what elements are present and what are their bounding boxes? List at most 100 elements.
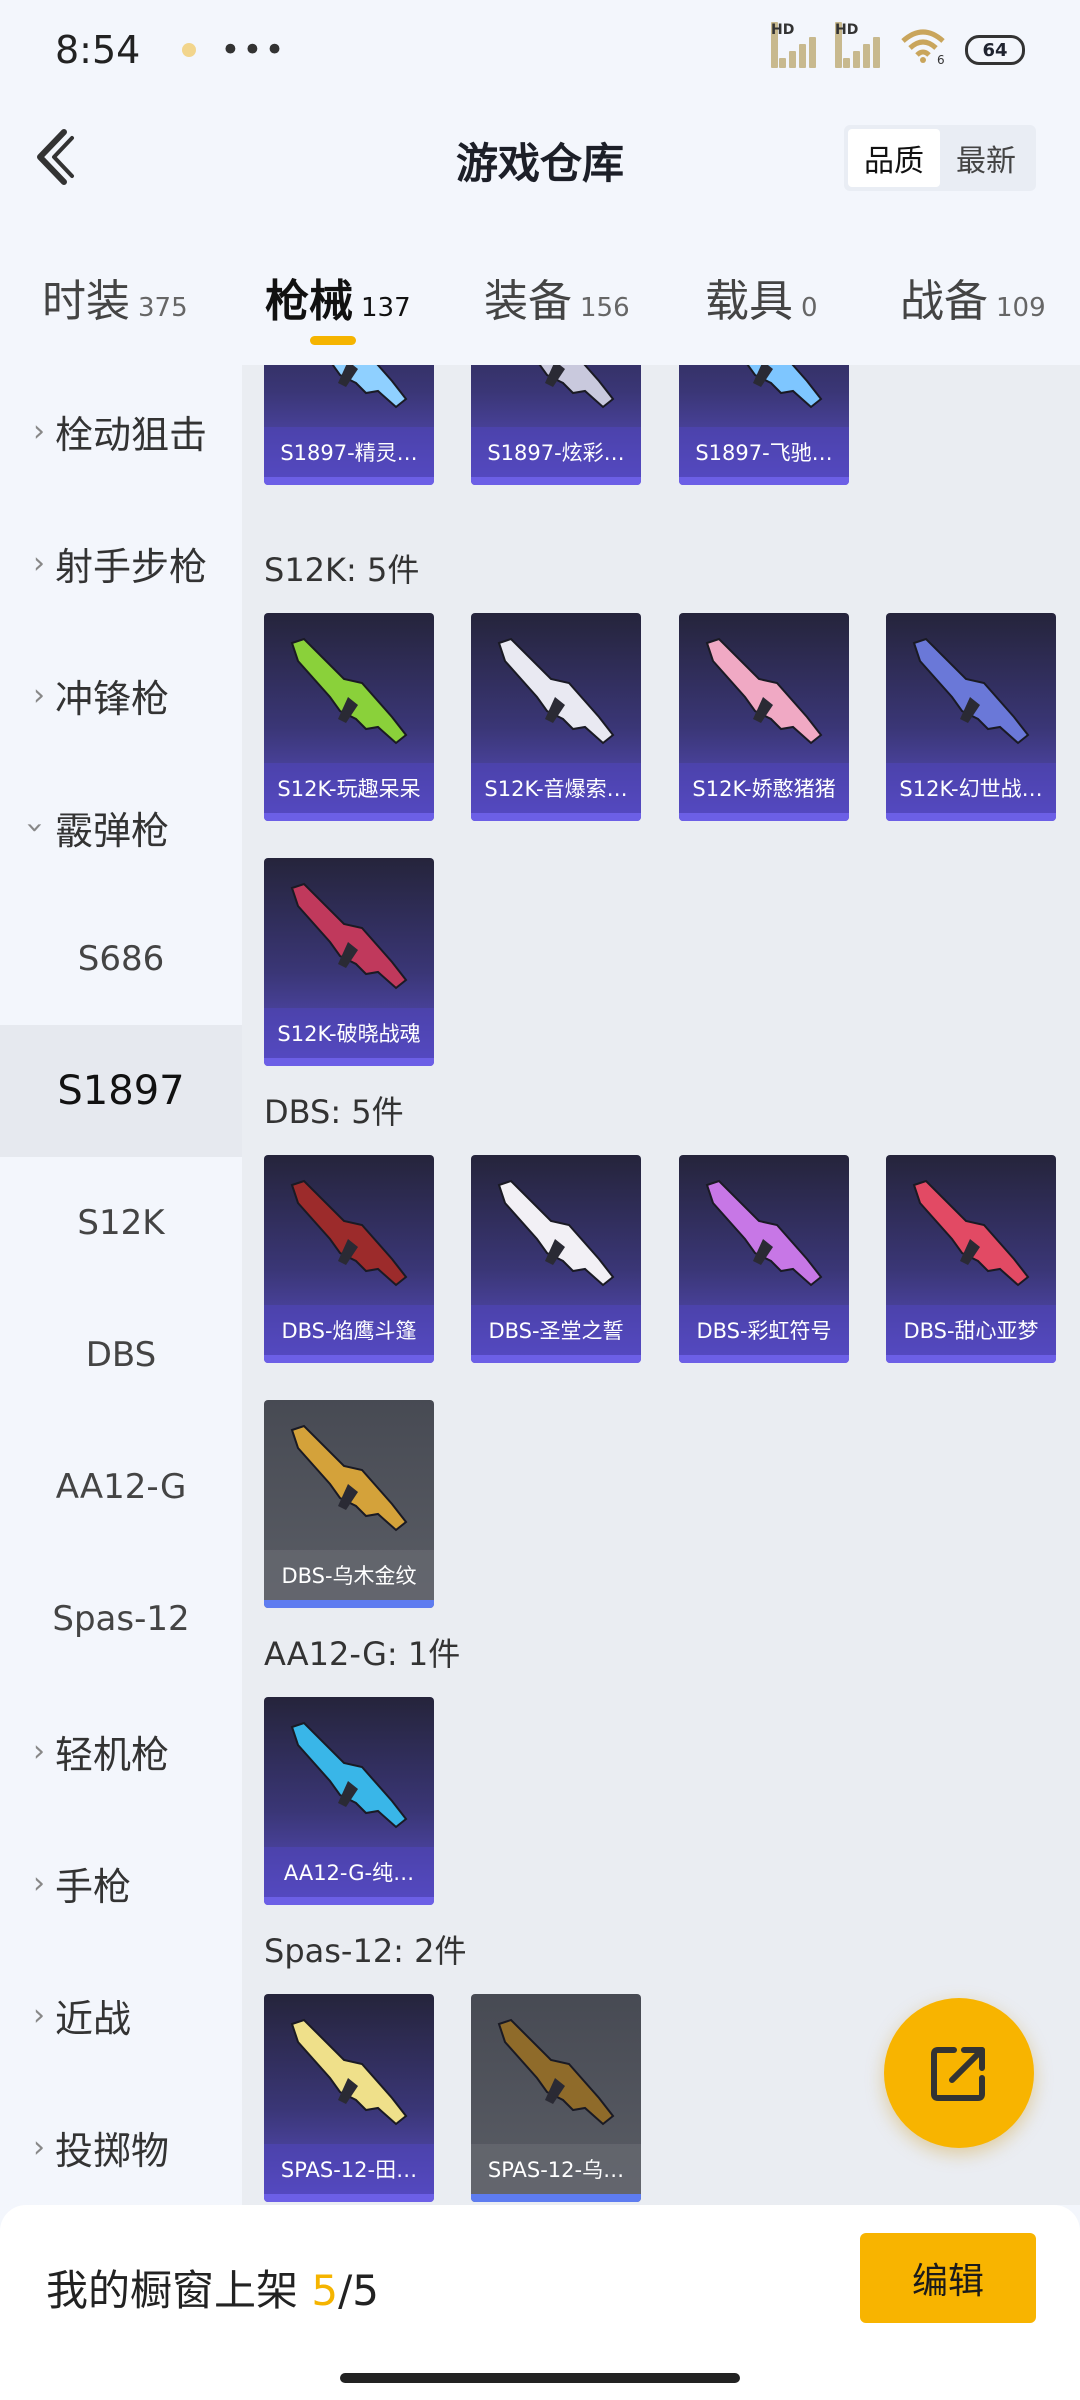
- weapon-card[interactable]: SPAS-12-乌…: [471, 1994, 641, 2202]
- weapon-card[interactable]: S12K-娇憨猪猪: [679, 613, 849, 821]
- sidebar-sub-aa12g[interactable]: AA12-G: [0, 1421, 242, 1553]
- tab-fashion[interactable]: 时装 375: [42, 265, 188, 329]
- battery-level: 64: [982, 39, 1008, 61]
- tab-count: 375: [138, 293, 188, 323]
- sort-newest-button[interactable]: 最新: [940, 129, 1032, 187]
- signal-1-hd-badge: HD: [771, 22, 794, 68]
- weapon-card[interactable]: DBS-甜心亚梦: [886, 1155, 1056, 1363]
- rarity-bar: [886, 813, 1056, 821]
- weapon-image: [912, 637, 1030, 745]
- weapon-name: DBS-彩虹符号: [679, 1305, 849, 1355]
- tab-label: 战备: [900, 276, 988, 327]
- sidebar-sub-dbs[interactable]: DBS: [0, 1289, 242, 1421]
- weapon-image: [912, 1179, 1030, 1287]
- rarity-bar: [679, 1355, 849, 1363]
- weapon-card[interactable]: SPAS-12-田…: [264, 1994, 434, 2202]
- weapon-card[interactable]: S12K-玩趣呆呆: [264, 613, 434, 821]
- sidebar-sub-s686[interactable]: S686: [0, 893, 242, 1025]
- weapon-skin-grid: S12K: 5件 DBS: 5件 AA12-G: 1件 Spas-12: 2件 …: [242, 365, 1080, 2205]
- tab-label: 装备: [484, 276, 572, 327]
- sidebar-item-label: 手枪: [55, 1864, 132, 1909]
- rarity-bar: [471, 813, 641, 821]
- weapon-name: DBS-焰鹰斗篷: [264, 1305, 434, 1355]
- share-button[interactable]: [884, 1998, 1034, 2148]
- notification-dot: [182, 43, 197, 57]
- sidebar-item-smg[interactable]: › 冲锋枪: [0, 629, 242, 761]
- tab-vehicles[interactable]: 载具 0: [705, 265, 818, 329]
- weapon-card[interactable]: S1897-飞驰…: [679, 365, 849, 485]
- sort-quality-button[interactable]: 品质: [848, 129, 940, 187]
- weapon-image: [290, 1179, 408, 1287]
- sidebar-item-melee[interactable]: › 近战: [0, 1949, 242, 2081]
- sidebar-sub-s1897[interactable]: S1897: [0, 1025, 242, 1157]
- weapon-name: DBS-乌木金纹: [264, 1550, 434, 1600]
- rarity-bar: [264, 1355, 434, 1363]
- tab-equipment[interactable]: 装备 156: [484, 265, 630, 329]
- weapon-card[interactable]: S12K-幻世战…: [886, 613, 1056, 821]
- sidebar-sub-s12k[interactable]: S12K: [0, 1157, 242, 1289]
- tab-guns[interactable]: 枪械 137: [265, 265, 411, 329]
- weapon-card[interactable]: S12K-音爆索…: [471, 613, 641, 821]
- tab-supplies[interactable]: 战备 109: [900, 265, 1046, 329]
- chevron-right-icon: ›: [33, 1865, 45, 1901]
- weapon-image: [290, 1424, 408, 1532]
- sort-toggle: 品质 最新: [844, 125, 1036, 191]
- sidebar-item-shotgun[interactable]: › 霰弹枪: [0, 761, 242, 893]
- weapon-image: [497, 637, 615, 745]
- header: 游戏仓库 品质 最新: [0, 100, 1080, 215]
- weapon-card[interactable]: DBS-乌木金纹: [264, 1400, 434, 1608]
- signal-1-icon: HD: [771, 22, 817, 68]
- battery-icon: 64: [965, 35, 1025, 65]
- sidebar-item-bolt-sniper[interactable]: › 栓动狙击: [0, 365, 242, 497]
- weapon-name: S12K-娇憨猪猪: [679, 763, 849, 813]
- sidebar-item-label: 栓动狙击: [55, 412, 208, 457]
- edit-button[interactable]: 编辑: [860, 2233, 1036, 2323]
- weapon-name: S1897-炫彩…: [471, 427, 641, 477]
- weapon-card[interactable]: S1897-炫彩…: [471, 365, 641, 485]
- active-tab-indicator: [310, 336, 356, 345]
- chevron-right-icon: ›: [33, 1733, 45, 1769]
- rarity-bar: [471, 1355, 641, 1363]
- status-time: 8:54: [55, 28, 141, 72]
- weapon-card[interactable]: S12K-破晓战魂: [264, 858, 434, 1066]
- weapon-card[interactable]: S1897-精灵…: [264, 365, 434, 485]
- rarity-bar: [264, 1897, 434, 1905]
- weapon-name: S1897-飞驰…: [679, 427, 849, 477]
- sidebar-item-pistol[interactable]: › 手枪: [0, 1817, 242, 1949]
- rarity-bar: [264, 1058, 434, 1066]
- section-title-dbs: DBS: 5件: [264, 1093, 404, 1131]
- tab-label: 枪械: [265, 276, 353, 327]
- weapon-image: [497, 1179, 615, 1287]
- weapon-card[interactable]: AA12-G-纯…: [264, 1697, 434, 1905]
- sidebar-item-throwable[interactable]: › 投掷物: [0, 2081, 242, 2205]
- chevron-right-icon: ›: [33, 545, 45, 581]
- weapon-name: SPAS-12-乌…: [471, 2144, 641, 2194]
- rarity-bar: [264, 2194, 434, 2202]
- weapon-name: DBS-圣堂之誓: [471, 1305, 641, 1355]
- sidebar-item-label: 投掷物: [55, 2128, 170, 2173]
- weapon-card[interactable]: DBS-圣堂之誓: [471, 1155, 641, 1363]
- status-more-icon: •••: [220, 30, 287, 70]
- chevron-right-icon: ›: [33, 1997, 45, 2033]
- chevron-right-icon: ›: [33, 413, 45, 449]
- signal-2-hd-badge: HD: [835, 22, 858, 68]
- tab-label: 载具: [705, 276, 793, 327]
- rarity-bar: [471, 477, 641, 485]
- weapon-card[interactable]: DBS-彩虹符号: [679, 1155, 849, 1363]
- home-indicator[interactable]: [340, 2373, 740, 2383]
- chevron-down-icon: ›: [17, 821, 53, 833]
- sidebar-item-label: 近战: [55, 1996, 132, 2041]
- sidebar-item-label: 霰弹枪: [55, 808, 170, 853]
- sidebar-sub-spas12[interactable]: Spas-12: [0, 1553, 242, 1685]
- signal-2-icon: HD: [835, 22, 881, 68]
- chevron-right-icon: ›: [33, 2129, 45, 2165]
- sidebar-item-lmg[interactable]: › 轻机枪: [0, 1685, 242, 1817]
- sidebar-item-marksman-rifle[interactable]: › 射手步枪: [0, 497, 242, 629]
- tab-count: 0: [801, 293, 818, 323]
- rarity-bar: [679, 813, 849, 821]
- sidebar-item-label: 冲锋枪: [55, 676, 170, 721]
- weapon-card[interactable]: DBS-焰鹰斗篷: [264, 1155, 434, 1363]
- wifi-icon: 6: [899, 27, 947, 74]
- weapon-name: S12K-音爆索…: [471, 763, 641, 813]
- section-title-spas12: Spas-12: 2件: [264, 1932, 467, 1970]
